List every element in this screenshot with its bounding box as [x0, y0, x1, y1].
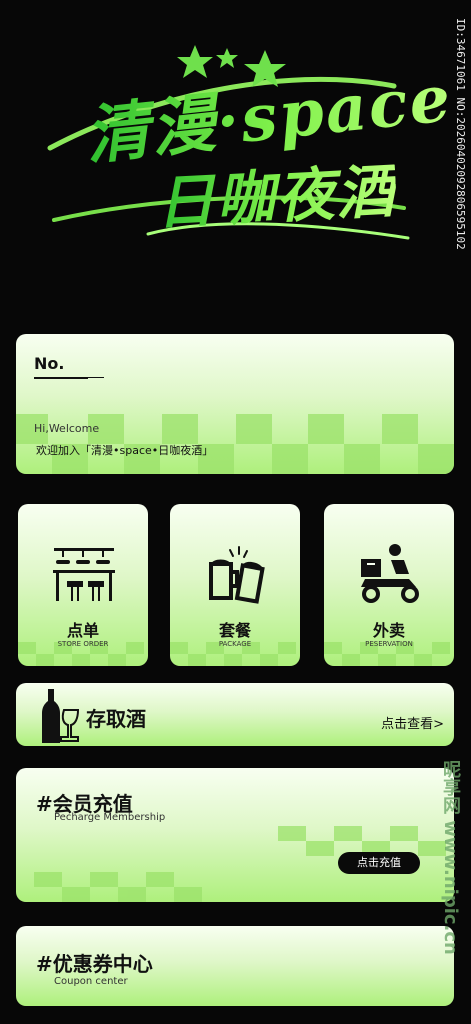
coupon-title: #优惠券中心: [36, 952, 153, 976]
member-number-label: No.: [34, 354, 88, 379]
member-card: No. Hi,Welcome 欢迎加入「清漫•space•日咖夜酒」: [16, 334, 454, 474]
delivery-scooter-icon: [361, 544, 419, 603]
wine-bottle-icon: [42, 689, 80, 743]
brand-title-line2: 日咖夜酒: [154, 144, 398, 240]
tile-package-sub: PACKAGE: [218, 640, 252, 648]
view-wine-storage-link[interactable]: 点击查看>: [381, 713, 444, 732]
recharge-button[interactable]: 点击充值: [338, 852, 420, 874]
tile-package-label: 套餐: [218, 621, 251, 640]
coupon-center-card[interactable]: #优惠券中心 Coupon center: [16, 926, 454, 1006]
welcome-text: Hi,Welcome: [34, 422, 100, 435]
tile-package[interactable]: 套餐 PACKAGE: [170, 504, 300, 666]
tile-store-order-sub: STORE ORDER: [57, 640, 109, 648]
coupon-subtitle: Coupon center: [54, 976, 128, 987]
tile-store-order[interactable]: 点单 STORE ORDER: [18, 504, 148, 666]
wine-storage-title: 存取酒: [86, 707, 146, 731]
image-id-code: ID:34671061 NO:20260402092806595102: [454, 18, 467, 250]
bar-counter-icon: [53, 548, 115, 601]
watermark: 昵享网 www.nipic.cn: [440, 760, 461, 955]
tile-delivery[interactable]: 外卖 PESERVATION: [324, 504, 454, 666]
recharge-card[interactable]: #会员充值 Pecharge Membership 点击充值: [16, 768, 454, 902]
tile-store-order-label: 点单: [66, 621, 99, 640]
join-text: 欢迎加入「清漫•space•日咖夜酒」: [36, 444, 214, 457]
wine-storage-card[interactable]: 存取酒 点击查看>: [16, 683, 454, 746]
beer-mugs-icon: [209, 546, 265, 604]
tile-delivery-sub: PESERVATION: [365, 640, 413, 648]
member-number-line: [88, 377, 104, 378]
recharge-subtitle: Pecharge Membership: [54, 812, 166, 823]
hero-banner: 清漫·space 日咖夜酒 ID:34671061 NO:20260402092…: [0, 0, 471, 300]
tile-delivery-label: 外卖: [372, 621, 405, 640]
